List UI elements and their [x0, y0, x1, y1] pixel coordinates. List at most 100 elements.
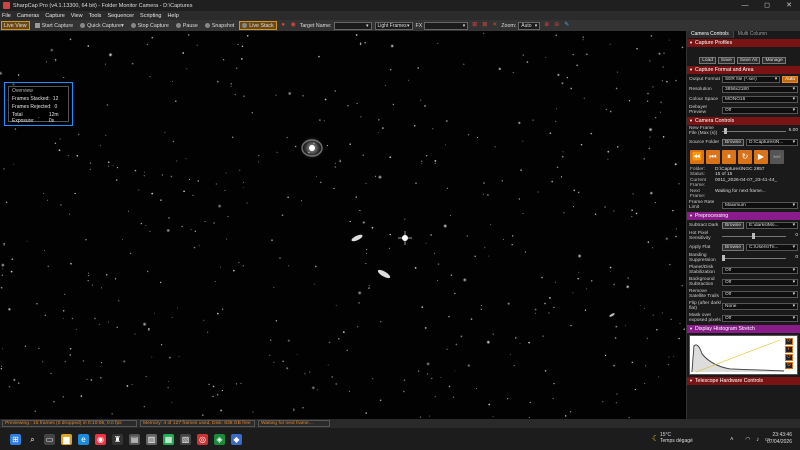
- background-select[interactable]: Off ▾: [722, 278, 798, 286]
- save-as-button[interactable]: Save As: [736, 56, 761, 64]
- browse-flat-button[interactable]: Browse: [722, 243, 744, 251]
- app-icon-6[interactable]: ◈: [214, 433, 225, 445]
- star: [556, 73, 561, 77]
- pause-icon[interactable]: ⏸: [722, 150, 736, 164]
- menu-sequencer[interactable]: Sequencer: [107, 13, 134, 19]
- colour-space-select[interactable]: MONO16 ▾: [722, 95, 798, 103]
- snapshot-button[interactable]: Snapshot: [203, 21, 236, 30]
- volume-icon[interactable]: ♪: [756, 437, 759, 443]
- menu-tools[interactable]: Tools: [89, 13, 102, 19]
- camera-controls-header[interactable]: ▼ Camera Controls: [687, 117, 800, 125]
- app-icon-4[interactable]: ▦: [163, 433, 174, 445]
- star: [143, 171, 145, 173]
- clock[interactable]: 23:43:46 07/04/2026: [767, 432, 792, 446]
- remove-trails-select[interactable]: Off ▾: [722, 290, 798, 298]
- fx-select[interactable]: ▾: [424, 21, 469, 30]
- star: [111, 413, 113, 415]
- chevron-up-icon[interactable]: ˄: [730, 437, 734, 443]
- capture-format-header[interactable]: ▼ Capture Format and Area: [687, 66, 800, 74]
- frame-rate-select[interactable]: Maximum ▾: [722, 201, 798, 209]
- task-view-icon[interactable]: ▭: [44, 433, 55, 445]
- frame-type-select[interactable]: Light Frames ▾: [374, 21, 413, 30]
- debayer-select[interactable]: Off ▾: [722, 106, 798, 114]
- pause-button[interactable]: Pause: [174, 21, 200, 30]
- manage-button[interactable]: Manage: [762, 56, 786, 64]
- star: [377, 174, 383, 180]
- menu-capture[interactable]: Capture: [45, 13, 65, 19]
- wifi-icon[interactable]: ◠: [745, 437, 750, 443]
- quick-capture-button[interactable]: Quick Capture ▾: [78, 21, 126, 30]
- planet-select[interactable]: Off ▾: [722, 266, 798, 274]
- grid-icon[interactable]: ⊠: [481, 22, 488, 29]
- tab-camera-controls[interactable]: Camera Controls: [687, 31, 734, 38]
- load-button[interactable]: Load: [699, 56, 716, 64]
- skip-forward-icon[interactable]: ⏭: [770, 150, 784, 164]
- brightness-icon[interactable]: ◐: [785, 346, 793, 354]
- target-name-input[interactable]: ▾: [333, 21, 372, 30]
- minimize-button[interactable]: —: [734, 0, 756, 11]
- new-frame-slider[interactable]: 5.00: [722, 127, 798, 135]
- settings-icon[interactable]: ⚙: [785, 362, 793, 370]
- tab-multi-column[interactable]: Multi Column: [734, 31, 771, 38]
- crosshair-icon[interactable]: ⊞: [471, 22, 478, 29]
- reticle-icon[interactable]: ✕: [491, 22, 498, 29]
- auto-stretch-icon[interactable]: ⟳: [785, 338, 793, 346]
- app-icon-1[interactable]: ♜: [112, 433, 123, 445]
- mask-select[interactable]: Off ▾: [722, 314, 798, 322]
- edge-icon[interactable]: e: [78, 433, 89, 445]
- refresh-icon[interactable]: ↻: [738, 150, 752, 164]
- live-stack-button[interactable]: Live Stack: [239, 21, 277, 30]
- file-explorer-icon[interactable]: ▆: [61, 433, 72, 445]
- image-viewer[interactable]: Overview Frames Stacked: 12 Frames Reject…: [0, 31, 685, 419]
- live-stack-overview[interactable]: Overview Frames Stacked: 12 Frames Reject…: [4, 82, 73, 126]
- maximize-button[interactable]: ◻: [756, 0, 778, 11]
- play-icon[interactable]: ▶: [754, 150, 768, 164]
- record-icon[interactable]: ●: [280, 22, 287, 29]
- zoom-select[interactable]: Auto ▾: [518, 21, 541, 30]
- search-icon[interactable]: ⌕: [27, 434, 38, 445]
- subtract-dark-select[interactable]: E:\darks\Mo... ▾: [746, 221, 798, 229]
- reset-icon[interactable]: ↺: [785, 354, 793, 362]
- close-button[interactable]: ✕: [778, 0, 800, 11]
- hot-pixel-slider[interactable]: 0: [722, 232, 798, 240]
- menu-view[interactable]: View: [71, 13, 83, 19]
- app-icon-3[interactable]: ▥: [146, 433, 157, 445]
- skip-back-icon[interactable]: ⏮: [706, 150, 720, 164]
- browse-dark-button[interactable]: Browse: [722, 221, 744, 229]
- zoom-in-icon[interactable]: ⊕: [543, 22, 550, 29]
- stop-capture-button[interactable]: Stop Capture: [129, 21, 171, 30]
- source-folder-select[interactable]: D:\Captures\N... ▾: [746, 138, 798, 146]
- save-button[interactable]: Save: [717, 56, 735, 64]
- weather-widget[interactable]: ☾ 15°C Temps dégagé: [652, 432, 693, 444]
- capture-profiles-header[interactable]: ▼ Capture Profiles: [687, 39, 800, 47]
- app-icon-5[interactable]: ▧: [180, 433, 191, 445]
- app-icon-7[interactable]: ◆: [231, 433, 242, 445]
- start-capture-button[interactable]: Start Capture: [33, 21, 76, 30]
- target-icon[interactable]: ◉: [290, 22, 297, 29]
- auto-button[interactable]: Auto: [782, 75, 798, 83]
- zoom-out-icon[interactable]: ⊖: [553, 22, 560, 29]
- browse-source-button[interactable]: Browse: [722, 138, 744, 146]
- menu-scripting[interactable]: Scripting: [140, 13, 161, 19]
- preprocessing-header[interactable]: ▼ Preprocessing: [687, 212, 800, 221]
- resolution-select[interactable]: 3856x2180 ▾: [722, 85, 798, 93]
- apply-flat-select[interactable]: C:\Users\Tri... ▾: [746, 243, 798, 251]
- output-format-select[interactable]: SER file (*.ser) ▾: [722, 75, 781, 83]
- system-tray[interactable]: ˄ ◠ ♪ ▭: [730, 436, 770, 443]
- live-view-button[interactable]: Live View: [1, 21, 30, 30]
- chrome-icon[interactable]: ◉: [95, 433, 106, 445]
- menu-cameras[interactable]: Cameras: [17, 13, 39, 19]
- rewind-icon[interactable]: ⏪: [690, 150, 704, 164]
- flip-select[interactable]: None ▾: [722, 302, 798, 310]
- histogram-chart[interactable]: ⟳ ◐ ↺ ⚙: [689, 335, 798, 376]
- banding-slider[interactable]: 0: [722, 254, 798, 262]
- start-icon[interactable]: ⊞: [10, 433, 21, 445]
- menu-file[interactable]: File: [2, 13, 11, 19]
- app-icon-2[interactable]: ▤: [129, 433, 140, 445]
- histogram-header[interactable]: ▼ Display Histogram Stretch: [687, 325, 800, 334]
- hot-pixel-label: Hot Pixel Sensitivity: [689, 231, 711, 242]
- focus-tool-icon[interactable]: ✎: [563, 22, 570, 29]
- menu-help[interactable]: Help: [167, 13, 178, 19]
- telescope-header[interactable]: ▼ Telescope Hardware Controls: [687, 377, 800, 386]
- sharpcap-taskbar-icon[interactable]: ◎: [197, 433, 208, 445]
